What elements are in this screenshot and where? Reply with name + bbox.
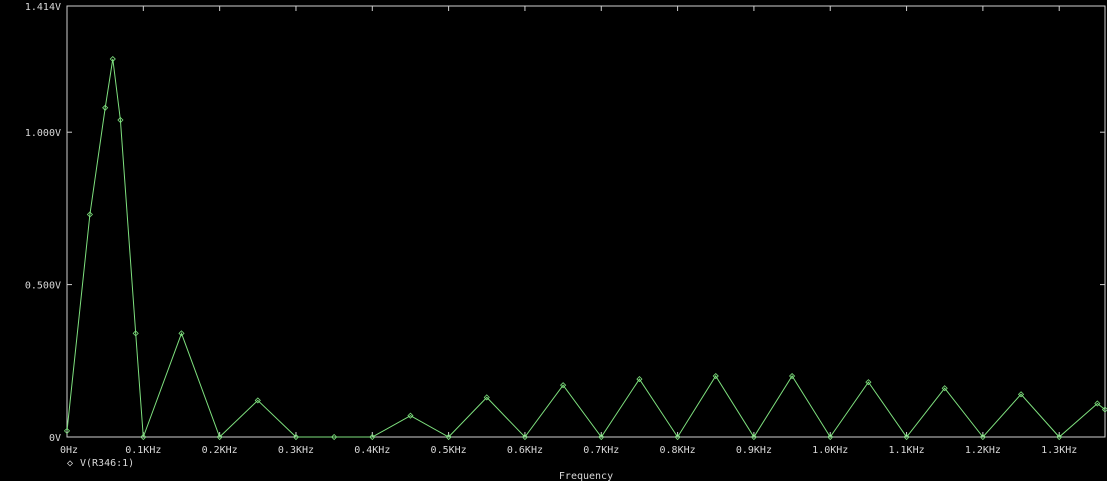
x-tick-label: 1.2KHz xyxy=(965,445,1001,456)
trace xyxy=(63,55,1107,441)
x-tick-label: 0.9KHz xyxy=(736,445,772,456)
x-tick-label: 0.3KHz xyxy=(278,445,314,456)
x-tick-label: 1.3KHz xyxy=(1041,445,1077,456)
x-tick-label: 0.5KHz xyxy=(431,445,467,456)
x-tick-label: 1.0KHz xyxy=(812,445,848,456)
x-tick-label: 0.1KHz xyxy=(125,445,161,456)
y-tick-label: 0.500V xyxy=(25,281,61,292)
x-axis-label: Frequency xyxy=(559,471,613,481)
x-tick-label: 0.6KHz xyxy=(507,445,543,456)
y-tick-label: 0V xyxy=(49,433,61,444)
legend-series-label: V(R346:1) xyxy=(80,458,134,469)
y-tick-label: 1.000V xyxy=(25,128,61,139)
spectrum-plot: 0Hz 0.1KHz 0.2KHz 0.3KHz 0.4KHz 0.5KHz 0.6KHz 0… xyxy=(25,2,1107,481)
x-tick-label: 1.1KHz xyxy=(888,445,924,456)
plot-frame xyxy=(66,5,1106,438)
legend-marker-icon: ◇ xyxy=(67,458,73,469)
series-line xyxy=(66,58,1106,438)
x-tick-label: 0.4KHz xyxy=(354,445,390,456)
plot-border xyxy=(66,5,1106,438)
x-tick-label: 0.7KHz xyxy=(583,445,619,456)
x-tick-label: 0Hz xyxy=(60,445,78,456)
legend: ◇ V(R346:1) xyxy=(67,458,134,469)
x-tick-label: 0.2KHz xyxy=(202,445,238,456)
y-tick-label: 1.414V xyxy=(25,2,61,13)
x-tick-label: 0.8KHz xyxy=(660,445,696,456)
